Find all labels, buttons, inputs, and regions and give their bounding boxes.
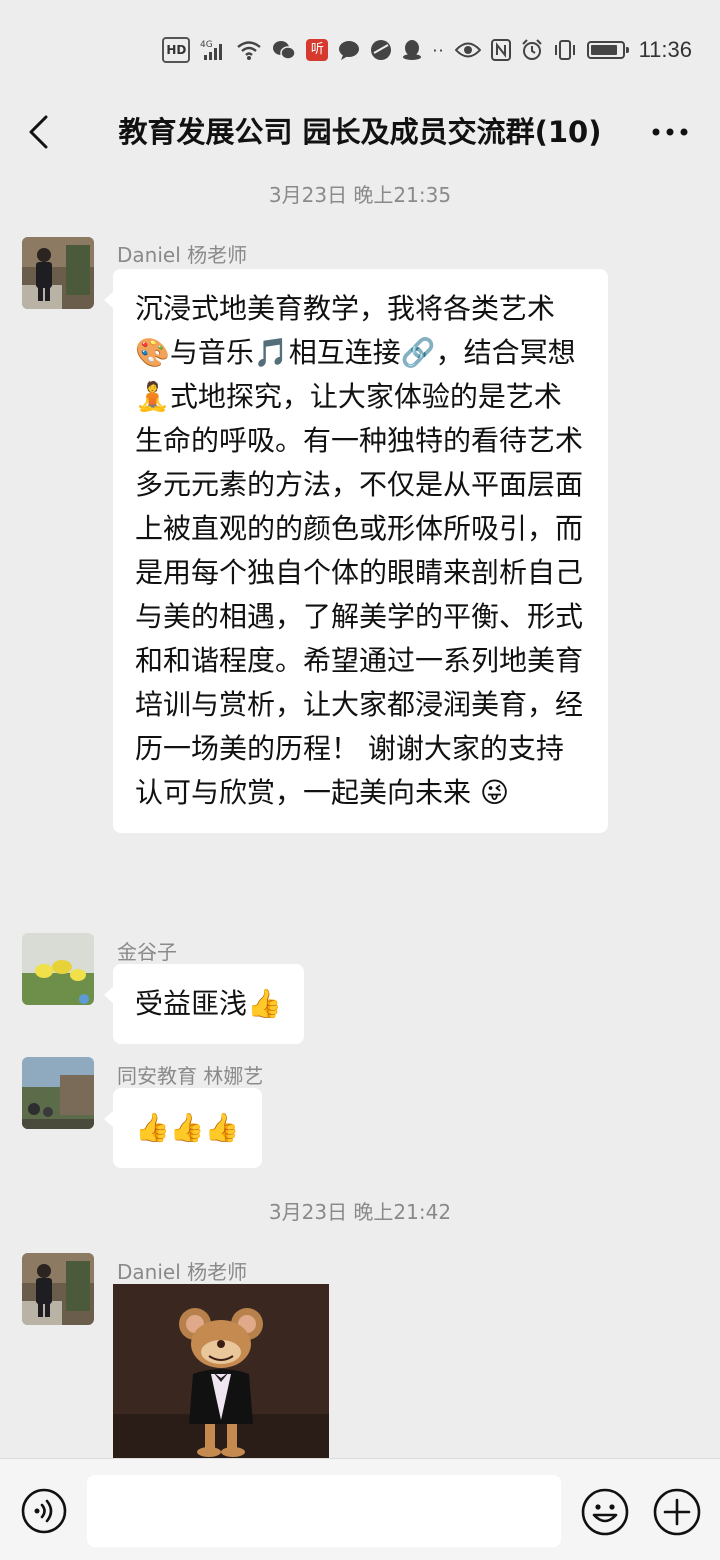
- avatar[interactable]: [22, 933, 94, 1005]
- wechat-icon: [272, 37, 297, 63]
- avatar[interactable]: [22, 1253, 94, 1325]
- voice-icon: [21, 1488, 67, 1534]
- more-dots-icon: [652, 128, 688, 136]
- network-type-label: 4G: [200, 40, 213, 50]
- message-text: 沉浸式地美育教学，我将各类艺术🎨与音乐🎵相互连接🔗，结合冥想🧘式地探究，让大家体…: [135, 292, 584, 809]
- message-icon: [338, 37, 360, 63]
- emoji-button[interactable]: [580, 1487, 630, 1537]
- status-bar: HD 4G 听 ·· 11:36: [0, 0, 720, 100]
- vibrate-icon: [553, 37, 577, 63]
- message-bubble[interactable]: 👍👍👍: [104, 1088, 262, 1168]
- clock: 11:36: [638, 37, 692, 62]
- app-notification-icon: 听: [306, 39, 329, 61]
- message-timestamp: 3月23日 晚上21:42: [268, 1200, 452, 1224]
- chat-header: 教育发展公司 园长及成员交流群(10): [0, 100, 720, 164]
- back-button[interactable]: [18, 112, 58, 152]
- message-bubble[interactable]: 沉浸式地美育教学，我将各类艺术🎨与音乐🎵相互连接🔗，结合冥想🧘式地探究，让大家体…: [104, 269, 608, 833]
- avatar[interactable]: [22, 237, 94, 309]
- chat-title: 教育发展公司 园长及成员交流群(10): [118, 115, 602, 149]
- eye-comfort-icon: [454, 37, 481, 63]
- more-functions-button[interactable]: [652, 1487, 702, 1537]
- browser-icon: [370, 37, 392, 63]
- sender-name: Daniel 杨老师: [117, 1260, 248, 1284]
- avatar[interactable]: [22, 1057, 94, 1129]
- input-bar: [0, 1458, 720, 1560]
- signal-icon: 4G: [200, 37, 226, 63]
- message-text: 👍👍👍: [135, 1111, 240, 1144]
- plus-icon: [653, 1488, 701, 1536]
- message-timestamp: 3月23日 晚上21:35: [268, 183, 452, 207]
- hd-icon: HD: [162, 37, 191, 63]
- message-list[interactable]: 3月23日 晚上21:35 Daniel 杨老师 沉浸式地美育教学，我将各类艺术…: [0, 164, 720, 1458]
- wifi-icon: [236, 37, 262, 63]
- message-bubble[interactable]: 受益匪浅👍: [104, 964, 304, 1044]
- sender-name: 金谷子: [117, 940, 177, 964]
- smiley-icon: [581, 1488, 629, 1536]
- battery-icon: [586, 41, 629, 59]
- message-input[interactable]: [87, 1475, 561, 1547]
- cartoon-mouse-sticker[interactable]: [113, 1284, 329, 1458]
- more-notifications-icon: ··: [432, 40, 445, 60]
- voice-input-button[interactable]: [20, 1487, 68, 1535]
- more-options-button[interactable]: [646, 112, 694, 152]
- chevron-left-icon: [29, 115, 48, 149]
- sender-name: 同安教育 林娜艺: [117, 1064, 264, 1088]
- alarm-icon: [521, 37, 543, 63]
- qq-icon: [402, 37, 422, 63]
- message-text: 受益匪浅👍: [135, 987, 282, 1020]
- sender-name: Daniel 杨老师: [117, 243, 248, 267]
- nfc-icon: [490, 37, 511, 63]
